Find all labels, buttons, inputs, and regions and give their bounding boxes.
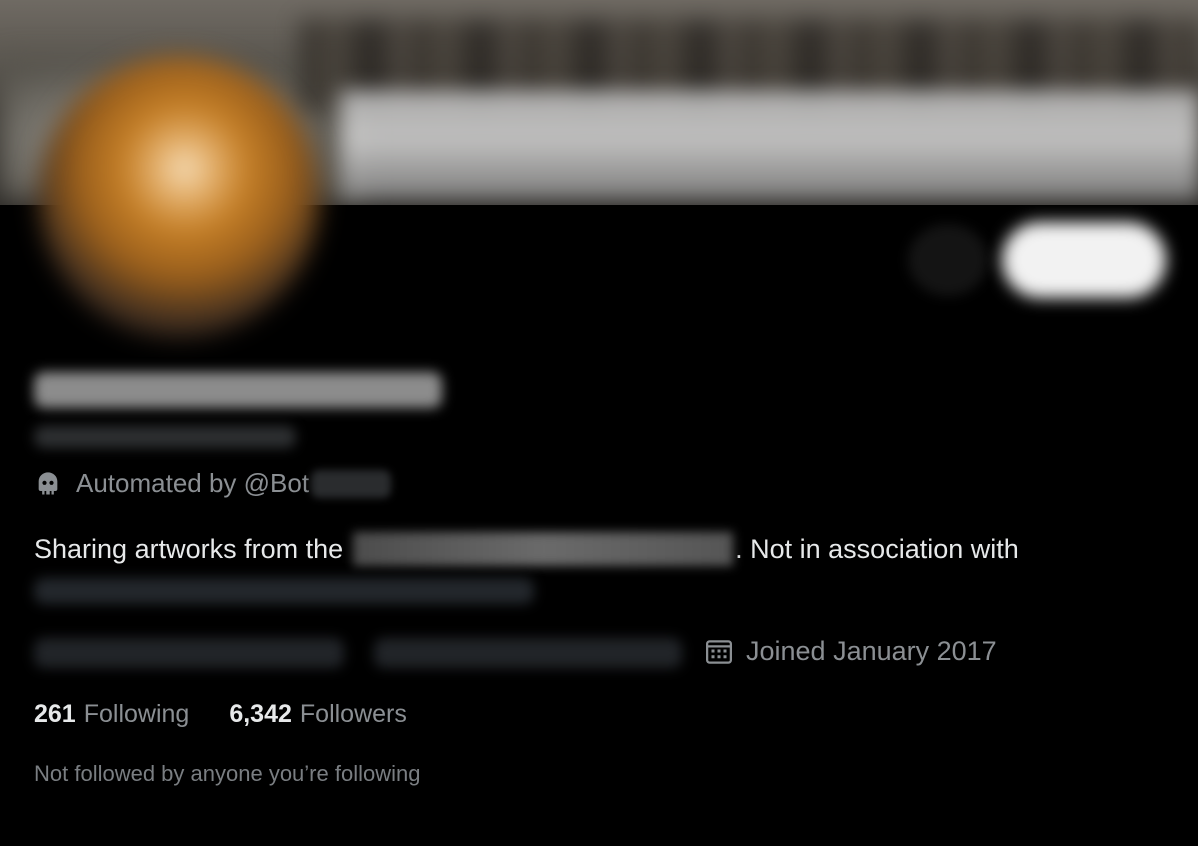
bot-handle-redacted bbox=[311, 469, 392, 498]
following-link[interactable]: 261 Following bbox=[34, 700, 189, 729]
follow-stats: 261 Following 6,342 Followers bbox=[34, 700, 447, 729]
bio-line2-redacted bbox=[34, 578, 534, 604]
bio-redacted bbox=[353, 532, 734, 566]
profile-bio: Sharing artworks from the . Not in assoc… bbox=[34, 532, 1019, 566]
automated-label: Automated by @Bot bbox=[34, 468, 392, 499]
more-options-button[interactable] bbox=[908, 224, 988, 296]
bio-text-end: . Not in association with bbox=[735, 533, 1019, 564]
location-redacted bbox=[34, 638, 344, 668]
automated-text: Automated by @Bot bbox=[76, 468, 310, 498]
not-followed-notice: Not followed by anyone you’re following bbox=[34, 761, 421, 786]
avatar[interactable] bbox=[38, 56, 320, 338]
website-redacted[interactable] bbox=[374, 638, 682, 668]
followers-count: 6,342 bbox=[229, 700, 292, 728]
display-name-redacted bbox=[34, 372, 442, 408]
calendar-icon bbox=[706, 639, 732, 664]
bio-text-start: Sharing artworks from the bbox=[34, 533, 344, 564]
followers-label: Followers bbox=[299, 700, 407, 728]
following-label: Following bbox=[83, 700, 190, 728]
bot-icon bbox=[38, 471, 58, 494]
joined-date: Joined January 2017 bbox=[704, 636, 997, 667]
joined-text: Joined January 2017 bbox=[746, 636, 997, 666]
banner-snow bbox=[340, 90, 1198, 200]
handle-redacted bbox=[34, 426, 296, 448]
followers-link[interactable]: 6,342 Followers bbox=[229, 700, 407, 729]
following-count: 261 bbox=[34, 700, 76, 728]
follow-button[interactable] bbox=[1002, 222, 1166, 298]
